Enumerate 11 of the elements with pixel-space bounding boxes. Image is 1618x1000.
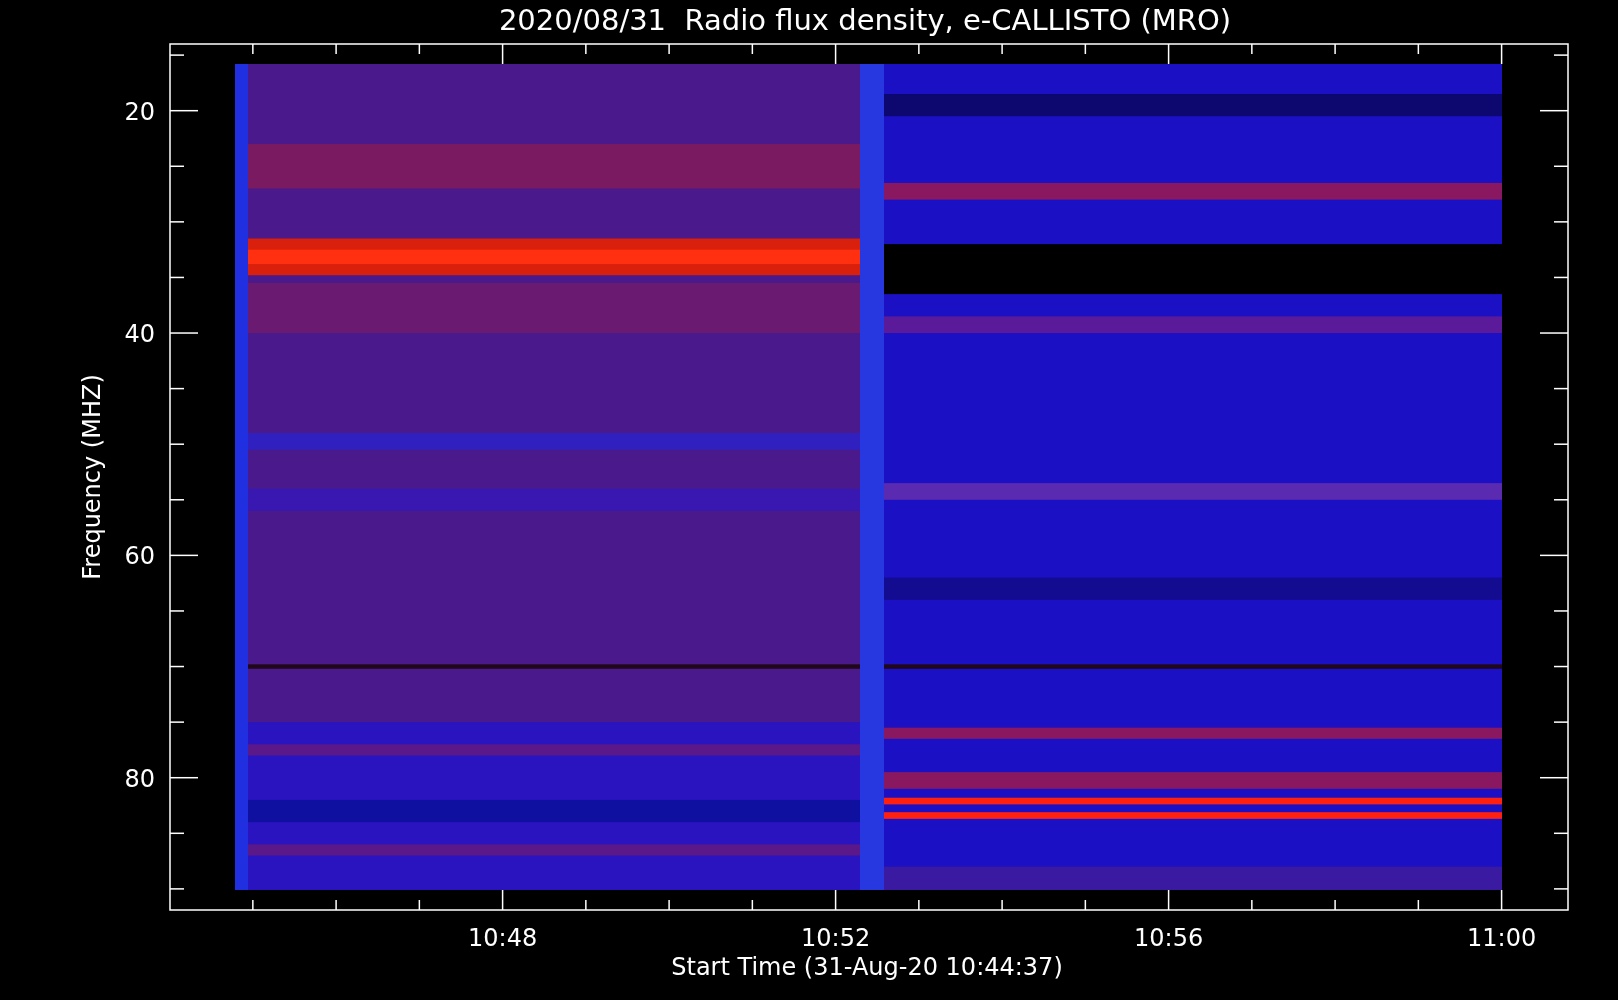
x-tick-label: 10:52 [801,924,871,952]
y-tick-label: 20 [124,97,155,126]
y-axis-label: Frequency (MHZ) [78,374,106,580]
x-tick-label: 10:48 [468,924,538,952]
x-tick-label: 11:00 [1467,924,1537,952]
x-axis-label: Start Time (31-Aug-20 10:44:37) [671,953,1063,981]
x-tick-label: 10:56 [1134,924,1204,952]
chart-title: 2020/08/31 Radio flux density, e-CALLISTO (MRO) [498,3,1232,37]
y-tick-label: 80 [124,764,155,793]
y-tick-label: 60 [124,542,155,571]
y-tick-label: 40 [124,320,155,349]
